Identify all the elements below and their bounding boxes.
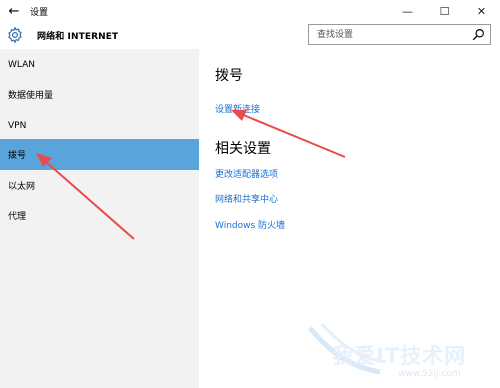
sidebar-item-dialup[interactable]: 拨号 — [0, 139, 199, 170]
maximize-icon: ☐ — [439, 4, 450, 18]
setup-new-connection-link[interactable]: 设置新连接 — [215, 102, 260, 115]
sidebar-item-ethernet[interactable]: 以太网 — [0, 170, 199, 201]
sidebar-item-label: VPN — [8, 120, 27, 131]
back-arrow-icon: ← — [8, 3, 20, 19]
window-title: 设置 — [30, 7, 49, 18]
title-bar: ← 设置 — ☐ ✕ — [0, 0, 500, 23]
section-title: 拨号 — [215, 68, 243, 84]
sidebar-item-label: WLAN — [8, 59, 36, 70]
page-title: 网络和 INTERNET — [37, 32, 119, 42]
sidebar-item-label: 代理 — [8, 212, 27, 222]
change-adapter-options-link[interactable]: 更改适配器选项 — [215, 167, 278, 180]
watermark-url: www.52ij.com — [398, 369, 461, 379]
close-icon: ✕ — [476, 4, 487, 18]
maximize-button[interactable]: ☐ — [426, 0, 463, 22]
search-icon[interactable] — [472, 28, 485, 41]
sidebar-item-label: 数据使用量 — [8, 91, 54, 101]
settings-header: 网络和 INTERNET — [0, 22, 500, 49]
gear-icon — [8, 26, 22, 44]
sidebar-item-label: 拨号 — [8, 151, 27, 161]
search-box[interactable] — [308, 24, 491, 45]
sidebar-item-proxy[interactable]: 代理 — [0, 200, 199, 231]
back-button[interactable]: ← — [0, 0, 28, 22]
window-controls: — ☐ ✕ — [389, 0, 500, 22]
network-sharing-center-link[interactable]: 网络和共享中心 — [215, 192, 278, 205]
minimize-icon: — — [402, 4, 413, 18]
minimize-button[interactable]: — — [389, 0, 426, 22]
sidebar-item-label: 以太网 — [8, 182, 36, 192]
sidebar-item-vpn[interactable]: VPN — [0, 110, 199, 141]
search-input[interactable] — [315, 28, 469, 41]
windows-firewall-link[interactable]: Windows 防火墙 — [215, 218, 285, 231]
related-settings-title: 相关设置 — [215, 141, 271, 157]
sidebar-item-wlan[interactable]: WLAN — [0, 49, 199, 80]
sidebar-item-data-usage[interactable]: 数据使用量 — [0, 79, 199, 110]
sidebar: WLAN 数据使用量 VPN 拨号 以太网 代理 — [0, 49, 199, 388]
watermark-text: 我爱IT技术网 — [332, 344, 467, 368]
close-button[interactable]: ✕ — [463, 0, 500, 22]
